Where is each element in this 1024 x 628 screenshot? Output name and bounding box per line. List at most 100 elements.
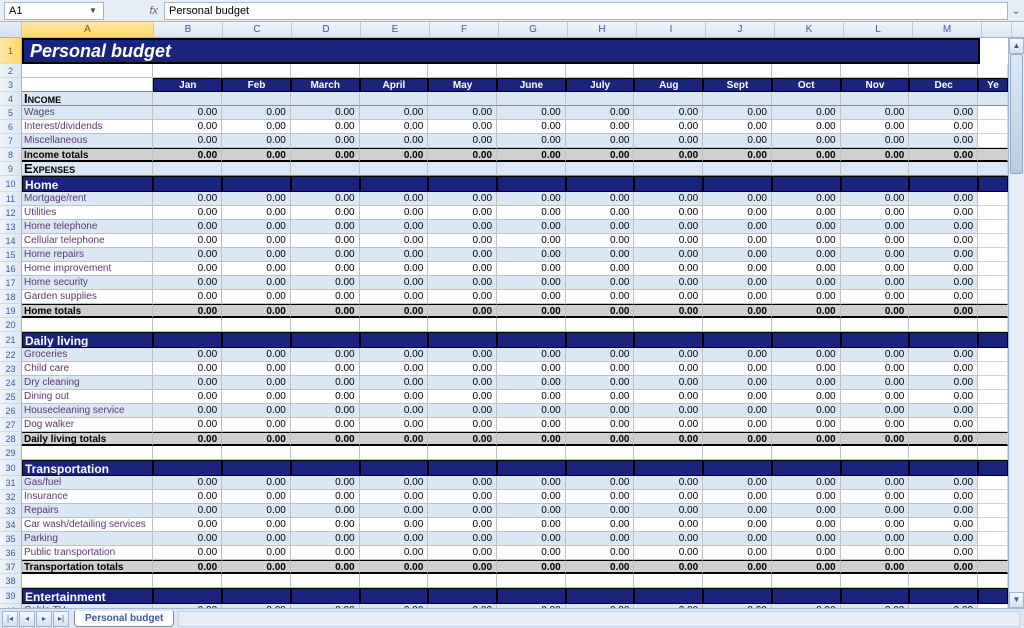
cell[interactable]: July (566, 78, 635, 92)
cell[interactable]: 0.00 (634, 134, 703, 148)
cell[interactable]: March (291, 78, 360, 92)
row-header-20[interactable]: 20 (0, 318, 21, 332)
row-label[interactable]: Expenses (22, 162, 153, 176)
row-header-24[interactable]: 24 (0, 376, 21, 390)
name-box-dropdown-icon[interactable]: ▼ (87, 6, 99, 15)
cell[interactable]: 0.00 (222, 532, 291, 546)
cell[interactable]: 0.00 (428, 304, 497, 318)
row-label[interactable]: Daily living totals (22, 432, 153, 446)
cell[interactable]: 0.00 (703, 390, 772, 404)
cell[interactable]: 0.00 (428, 148, 497, 162)
cell[interactable]: 0.00 (703, 106, 772, 120)
cell[interactable]: 0.00 (634, 490, 703, 504)
cell[interactable]: 0.00 (360, 120, 429, 134)
row-header-37[interactable]: 37 (0, 560, 21, 574)
cell[interactable]: 0.00 (634, 120, 703, 134)
cell[interactable]: 0.00 (703, 532, 772, 546)
row-header-8[interactable]: 8 (0, 148, 21, 162)
row-header-5[interactable]: 5 (0, 106, 21, 120)
cell[interactable]: 0.00 (909, 348, 978, 362)
cell[interactable] (909, 332, 978, 348)
col-header-A[interactable]: A (22, 22, 154, 37)
cell[interactable]: 0.00 (841, 546, 910, 560)
cell[interactable]: 0.00 (772, 276, 841, 290)
cell[interactable]: 0.00 (566, 432, 635, 446)
cell[interactable]: 0.00 (772, 376, 841, 390)
cell[interactable] (497, 176, 566, 192)
cell[interactable]: 0.00 (703, 134, 772, 148)
cell[interactable]: 0.00 (566, 390, 635, 404)
cell[interactable]: 0.00 (841, 220, 910, 234)
row-label[interactable]: Home security (22, 276, 153, 290)
cell[interactable]: Sept (703, 78, 772, 92)
cell[interactable] (153, 574, 222, 588)
cell[interactable] (978, 304, 1008, 318)
cell[interactable]: 0.00 (497, 120, 566, 134)
cell[interactable]: 0.00 (566, 262, 635, 276)
cell[interactable]: 0.00 (703, 220, 772, 234)
cell[interactable] (153, 92, 222, 106)
cell[interactable]: June (497, 78, 566, 92)
cell[interactable]: 0.00 (428, 504, 497, 518)
cell[interactable]: 0.00 (841, 234, 910, 248)
cell[interactable]: 0.00 (291, 276, 360, 290)
row-header-27[interactable]: 27 (0, 418, 21, 432)
cell[interactable] (909, 574, 978, 588)
cell[interactable] (634, 162, 703, 176)
cell[interactable]: 0.00 (360, 404, 429, 418)
cell[interactable]: 0.00 (634, 348, 703, 362)
cell[interactable]: 0.00 (360, 134, 429, 148)
row-label[interactable]: Entertainment (22, 588, 153, 604)
cell[interactable]: 0.00 (841, 490, 910, 504)
cell[interactable]: 0.00 (222, 518, 291, 532)
cell[interactable]: 0.00 (841, 518, 910, 532)
cell[interactable]: 0.00 (153, 120, 222, 134)
cell[interactable] (978, 318, 1008, 332)
cell[interactable]: 0.00 (909, 106, 978, 120)
cell[interactable] (428, 446, 497, 460)
cell[interactable] (909, 162, 978, 176)
row-label[interactable]: Miscellaneous (22, 134, 153, 148)
cell[interactable] (222, 162, 291, 176)
row-label[interactable]: Home repairs (22, 248, 153, 262)
row-label[interactable]: Repairs (22, 504, 153, 518)
cell[interactable] (978, 92, 1008, 106)
cell[interactable] (360, 588, 429, 604)
cell[interactable] (153, 318, 222, 332)
cell[interactable]: 0.00 (772, 404, 841, 418)
cell[interactable]: 0.00 (497, 206, 566, 220)
cell[interactable]: 0.00 (428, 432, 497, 446)
cell[interactable]: 0.00 (909, 120, 978, 134)
cell[interactable]: 0.00 (703, 120, 772, 134)
row-header-25[interactable]: 25 (0, 390, 21, 404)
cell[interactable]: 0.00 (222, 362, 291, 376)
cell[interactable] (360, 332, 429, 348)
cell[interactable] (978, 490, 1008, 504)
cell[interactable] (360, 64, 429, 78)
cell[interactable] (978, 64, 1008, 78)
cell[interactable]: 0.00 (360, 476, 429, 490)
cell[interactable] (978, 262, 1008, 276)
horizontal-scrollbar[interactable] (178, 611, 1020, 627)
cell[interactable]: 0.00 (497, 234, 566, 248)
cell[interactable] (978, 134, 1008, 148)
col-header-E[interactable]: E (361, 22, 430, 37)
cell[interactable] (978, 390, 1008, 404)
cell[interactable]: 0.00 (222, 106, 291, 120)
row-header-26[interactable]: 26 (0, 404, 21, 418)
cell[interactable]: 0.00 (634, 262, 703, 276)
row-header-17[interactable]: 17 (0, 276, 21, 290)
cell[interactable] (153, 460, 222, 476)
cell[interactable]: 0.00 (841, 192, 910, 206)
row-label[interactable]: Gas/fuel (22, 476, 153, 490)
cell[interactable]: 0.00 (291, 362, 360, 376)
cell[interactable] (497, 574, 566, 588)
cell[interactable] (703, 162, 772, 176)
cell[interactable]: 0.00 (222, 134, 291, 148)
cell[interactable]: 0.00 (909, 490, 978, 504)
cell[interactable]: 0.00 (153, 390, 222, 404)
cell[interactable] (841, 588, 910, 604)
cell[interactable]: 0.00 (772, 518, 841, 532)
cell[interactable] (428, 64, 497, 78)
cell[interactable]: 0.00 (703, 560, 772, 574)
